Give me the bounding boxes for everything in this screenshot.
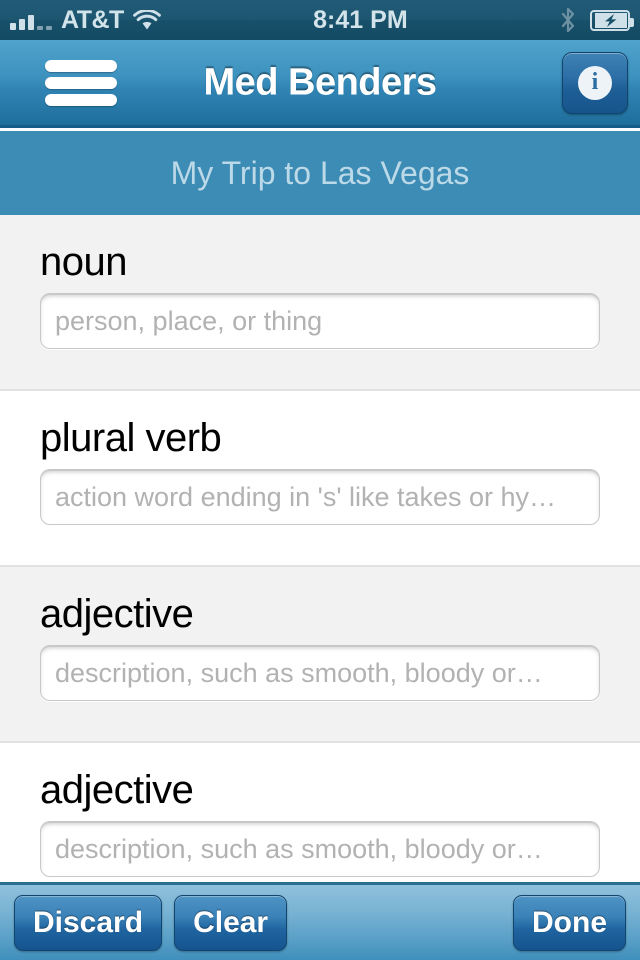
field-label: adjective	[40, 768, 194, 812]
wifi-icon	[132, 9, 161, 29]
done-button[interactable]: Done	[513, 894, 626, 951]
subtitle-bar: My Trip to Las Vegas	[0, 131, 640, 215]
nav-bar: Med Benders i	[0, 40, 640, 128]
plural-verb-input[interactable]	[40, 469, 600, 525]
signal-bars-icon	[10, 10, 52, 30]
status-bar: AT&T 8:41 PM	[0, 0, 640, 40]
info-button[interactable]: i	[562, 51, 628, 114]
info-icon: i	[578, 65, 612, 100]
form-row-adjective-1: adjective	[0, 567, 640, 743]
adjective-2-input[interactable]	[40, 821, 600, 877]
field-label: plural verb	[40, 416, 222, 460]
story-title-label: My Trip to Las Vegas	[170, 154, 470, 191]
bluetooth-icon	[561, 7, 575, 33]
adjective-1-input[interactable]	[40, 645, 600, 701]
bottom-toolbar: Discard Clear Done	[0, 882, 640, 960]
noun-input[interactable]	[40, 293, 600, 349]
clear-button[interactable]: Clear	[174, 894, 288, 951]
status-bar-right	[560, 7, 634, 33]
status-bar-left: AT&T	[10, 6, 161, 35]
battery-charging-icon	[590, 9, 634, 31]
field-label: adjective	[40, 592, 194, 636]
form-row-plural-verb: plural verb	[0, 391, 640, 567]
carrier-label: AT&T	[61, 5, 124, 34]
status-bar-center: 8:41 PM	[161, 6, 560, 35]
clock-label: 8:41 PM	[313, 5, 408, 34]
discard-button[interactable]: Discard	[14, 894, 163, 951]
field-label: noun	[40, 240, 127, 284]
app-root: AT&T 8:41 PM Med Benders i My Trip to La…	[0, 0, 640, 960]
form-list: noun plural verb adjective adjective	[0, 215, 640, 960]
page-title: Med Benders	[203, 61, 437, 103]
form-row-noun: noun	[0, 215, 640, 391]
